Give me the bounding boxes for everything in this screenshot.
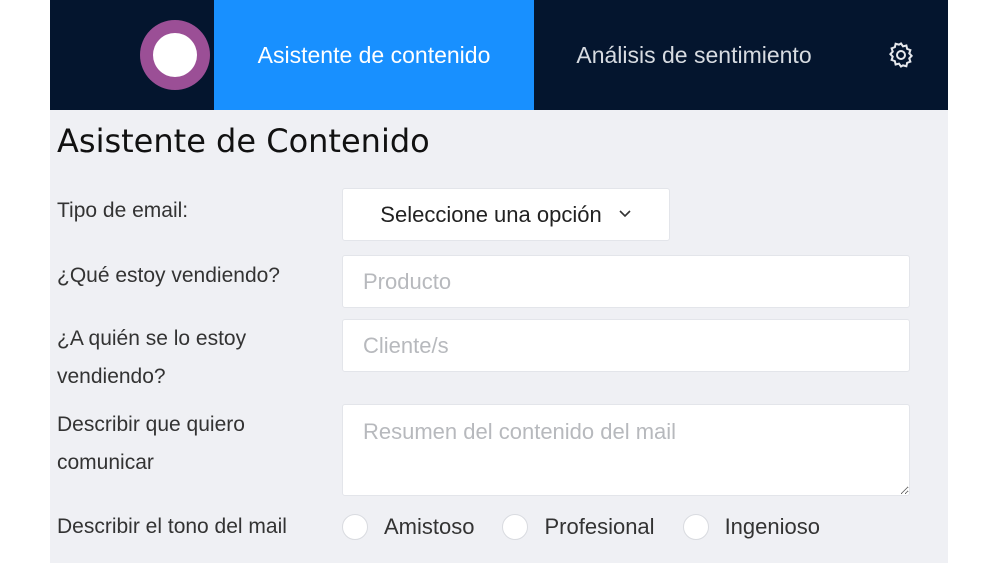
radio-ingenioso[interactable]: Ingenioso	[682, 514, 820, 540]
logo[interactable]	[140, 20, 210, 90]
app-container: Asistente de contenido Análisis de senti…	[50, 0, 948, 563]
chevron-down-icon	[618, 206, 632, 223]
tone-radio-group: Amistoso Profesional Ingenioso	[342, 508, 848, 546]
radio-label: Profesional	[544, 514, 655, 539]
radio-label: Ingenioso	[724, 514, 820, 539]
mail-summary-textarea[interactable]	[342, 404, 910, 496]
tab-asistente-de-contenido[interactable]: Asistente de contenido	[214, 0, 534, 110]
ring-logo-icon	[140, 20, 210, 90]
gear-icon[interactable]	[886, 40, 916, 70]
radio-label: Amistoso	[384, 514, 475, 539]
radio-profesional[interactable]: Profesional	[502, 514, 655, 540]
select-value: Seleccione una opción	[380, 201, 602, 227]
tone-label: Describir el tono del mail	[57, 515, 287, 538]
page-title: Asistente de Contenido	[57, 122, 430, 160]
radio-button[interactable]	[342, 514, 368, 540]
tab-label: Análisis de sentimiento	[576, 41, 812, 68]
top-navbar: Asistente de contenido Análisis de senti…	[50, 0, 948, 110]
tab-analisis-de-sentimiento[interactable]: Análisis de sentimiento	[534, 0, 854, 110]
product-input[interactable]	[342, 255, 910, 308]
audience-label: ¿A quién se lo estoy vendiendo?	[57, 327, 247, 388]
email-type-select[interactable]: Seleccione una opción	[342, 188, 670, 241]
description-label: Describir que quiero comunicar	[57, 413, 245, 474]
client-input[interactable]	[342, 319, 910, 372]
radio-button[interactable]	[502, 514, 529, 540]
email-type-label: Tipo de email:	[57, 199, 189, 222]
radio-button[interactable]	[682, 514, 709, 540]
selling-label: ¿Qué estoy vendiendo?	[57, 264, 280, 287]
radio-amistoso[interactable]: Amistoso	[342, 514, 474, 540]
tab-label: Asistente de contenido	[257, 41, 491, 68]
